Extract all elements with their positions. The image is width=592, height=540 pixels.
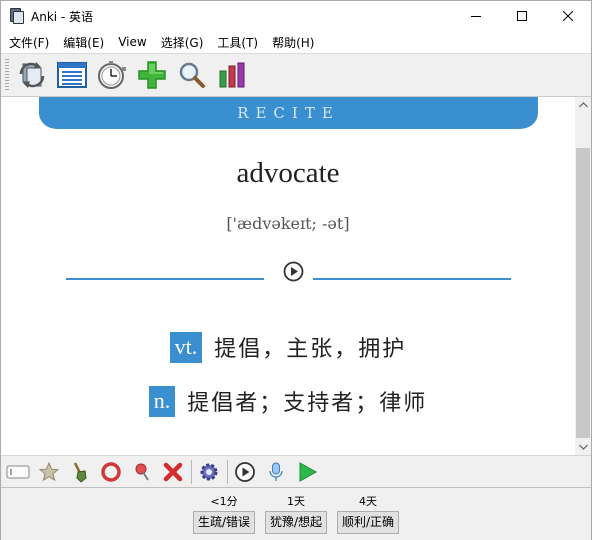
recite-header: RECITE [39,97,538,129]
close-button[interactable] [545,1,591,31]
shovel-icon [73,461,87,483]
pos-tag: vt. [169,331,203,363]
vertical-scrollbar[interactable] [575,97,591,455]
answer-good-button[interactable]: 顺利/正确 [337,511,400,534]
stats-button[interactable] [215,58,249,92]
menu-help[interactable]: 帮助(H) [264,34,320,51]
replay-audio-button[interactable] [232,459,258,485]
menu-edit[interactable]: 编辑(E) [55,34,110,51]
mark-star-button[interactable] [36,459,62,485]
search-icon [179,62,205,88]
gear-icon [200,463,218,480]
answer-again: <1分 生疏/错误 [193,495,256,534]
star-icon [38,461,60,481]
anki-window: Anki - 英语 文件(F) 编辑(E) View 选择(G) 工具(T) 帮… [0,0,592,540]
search-button[interactable] [175,58,209,92]
answer-interval: 4天 [359,495,378,508]
stop-circle-icon [101,461,121,482]
maximize-button[interactable] [499,1,545,31]
anki-app-icon [9,8,25,24]
browse-icon [57,62,87,88]
bury-button[interactable] [67,459,93,485]
sync-icon [19,62,45,88]
maximize-icon [517,11,527,21]
close-icon [563,11,573,21]
play-audio-button[interactable] [283,261,304,282]
microphone-icon [269,462,283,481]
chevron-up-icon [578,102,588,108]
pushpin-icon [135,463,149,480]
review-toolbar [1,455,591,487]
definition-row: vt. 提倡，主张，拥护 [1,331,575,363]
scroll-thumb[interactable] [576,148,590,438]
play-green-icon [299,461,318,482]
card-phonetic: ['ædvəkeɪt; -ət] [226,214,350,233]
window-title: Anki - 英语 [31,9,94,24]
card-word: advocate [236,157,340,189]
menu-view[interactable]: View [110,35,152,49]
chevron-down-icon [578,444,588,450]
card-view: RECITE advocate ['ædvəkeɪt; -ət] vt. 提倡，… [1,97,575,455]
stopwatch-icon [98,61,126,89]
main-toolbar [1,53,591,97]
recite-header-label: RECITE [237,104,340,122]
toolbar-grip[interactable] [5,59,9,91]
play-circle-icon [235,461,255,482]
stopwatch-button[interactable] [95,58,129,92]
pos-tag: n. [148,385,176,417]
play-recording-button[interactable] [294,459,320,485]
minimize-button[interactable] [453,1,499,31]
scroll-down-button[interactable] [575,439,591,455]
definition-text: 提倡者；支持者；律师 [187,391,428,416]
title-bar: Anki - 英语 [1,1,591,31]
answer-area: <1分 生疏/错误 1天 犹豫/想起 4天 顺利/正确 [1,487,591,540]
add-icon [138,61,166,89]
card-edit-icon [6,465,30,478]
minimize-icon [471,16,481,17]
toolbar-separator [227,459,228,484]
sync-button[interactable] [15,58,49,92]
stats-icon [219,62,245,88]
answer-interval: 1天 [287,495,306,508]
pin-button[interactable] [129,459,155,485]
delete-button[interactable] [160,459,186,485]
add-button[interactable] [135,58,169,92]
menu-bar: 文件(F) 编辑(E) View 选择(G) 工具(T) 帮助(H) [1,31,591,53]
answer-hard: 1天 犹豫/想起 [265,495,328,534]
delete-x-icon [163,462,183,481]
divider-right [313,278,511,280]
answer-again-button[interactable]: 生疏/错误 [193,511,256,534]
menu-tools[interactable]: 工具(T) [209,34,264,51]
scroll-up-button[interactable] [575,97,591,113]
toolbar-separator [191,459,192,484]
menu-select[interactable]: 选择(G) [153,34,210,51]
answer-interval: <1分 [210,495,238,508]
answer-good: 4天 顺利/正确 [337,495,400,534]
options-button[interactable] [196,459,222,485]
edit-card-button[interactable] [5,459,31,485]
suspend-button[interactable] [98,459,124,485]
answer-hard-button[interactable]: 犹豫/想起 [265,511,328,534]
play-icon [283,261,304,282]
definition-text: 提倡，主张，拥护 [214,337,407,362]
menu-file[interactable]: 文件(F) [1,34,55,51]
browse-button[interactable] [55,58,89,92]
definition-row: n. 提倡者；支持者；律师 [1,385,575,417]
record-voice-button[interactable] [263,459,289,485]
divider-left [66,278,264,280]
